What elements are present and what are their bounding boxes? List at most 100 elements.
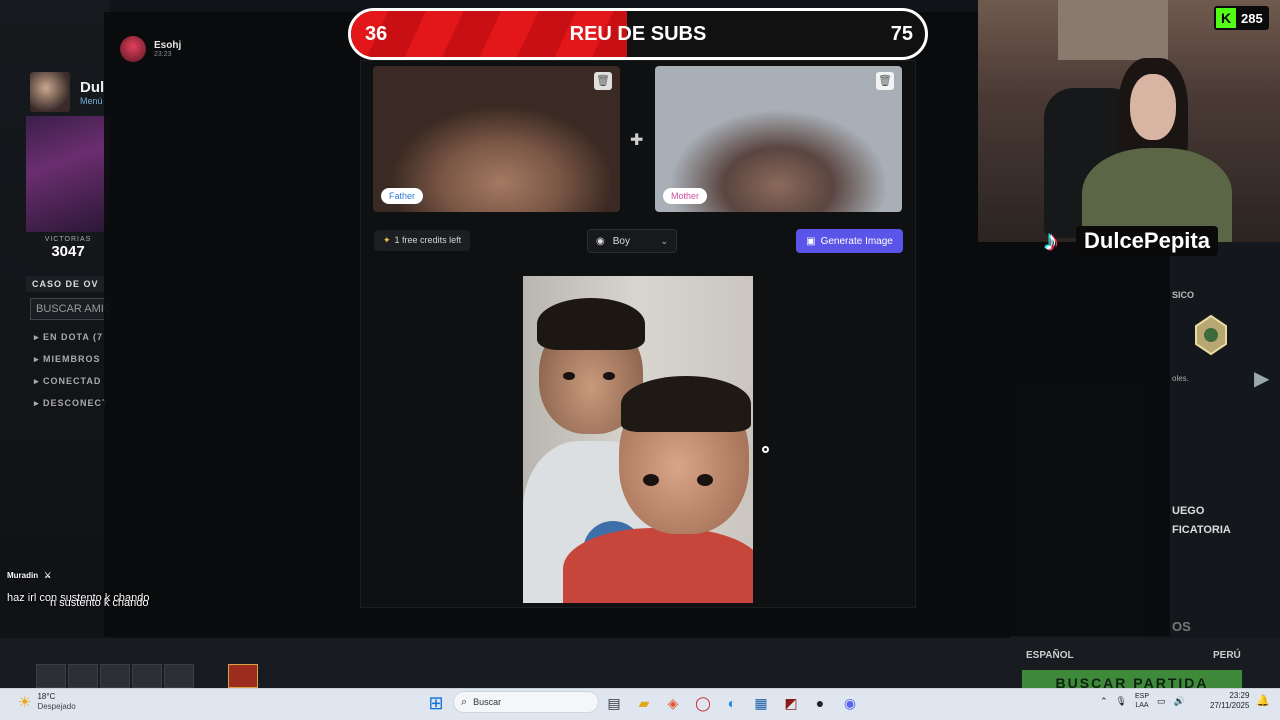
delete-father-icon[interactable]: 🗑 bbox=[594, 72, 612, 90]
hero-slot[interactable] bbox=[68, 664, 98, 688]
ranked-mode-label: SICO bbox=[1172, 290, 1195, 300]
webcam-feed bbox=[978, 0, 1280, 242]
file-explorer-icon[interactable]: ▰ bbox=[633, 692, 655, 714]
case-label[interactable]: CASO DE OV bbox=[26, 276, 110, 292]
dota-app-icon[interactable]: ◩ bbox=[780, 692, 802, 714]
friend-group-online[interactable]: ▸ CONECTAD bbox=[34, 376, 109, 387]
generated-image[interactable] bbox=[523, 276, 753, 603]
volume-icon[interactable]: 🔊 bbox=[1174, 696, 1185, 707]
sub-goal-title: REU DE SUBS bbox=[569, 23, 707, 45]
qualifier-label: FICATORIA bbox=[1172, 524, 1231, 536]
kick-viewer-badge: K 285 bbox=[1214, 6, 1269, 30]
hero-slot[interactable] bbox=[132, 664, 162, 688]
layout-code: LAA bbox=[1135, 702, 1149, 709]
obs-icon[interactable]: ● bbox=[809, 692, 831, 714]
brave-browser-icon[interactable]: ◈ bbox=[662, 692, 684, 714]
generate-image-button[interactable]: ▣ Generate Image bbox=[796, 229, 903, 253]
credits-badge: ✦ 1 free credits left bbox=[374, 230, 471, 251]
find-match-button[interactable]: BUSCAR PARTIDA bbox=[1022, 670, 1242, 690]
wins-value: 3047 bbox=[51, 243, 85, 260]
weather-temp: 18°C bbox=[37, 692, 56, 701]
player-profile[interactable]: Dul Menú bbox=[30, 72, 104, 112]
hero-slot[interactable] bbox=[36, 664, 66, 688]
weather-widget[interactable]: ☀ 18°C Despejado bbox=[18, 692, 76, 712]
selected-hero-slot[interactable] bbox=[228, 664, 258, 688]
friend-group-offline[interactable]: ▸ DESCONECT bbox=[34, 398, 109, 409]
language-label[interactable]: ESPAÑOL bbox=[1026, 650, 1074, 661]
network-icon[interactable]: ▭ bbox=[1157, 696, 1166, 707]
weather-sun-icon: ☀ bbox=[18, 694, 32, 711]
taskbar-search-placeholder: Buscar bbox=[473, 697, 502, 707]
chevron-down-icon: ⌄ bbox=[660, 235, 668, 246]
taskbar-search[interactable]: ⌕ Buscar bbox=[453, 691, 599, 713]
task-view-icon[interactable]: ▤ bbox=[603, 692, 625, 714]
kick-logo-icon: K bbox=[1216, 8, 1236, 28]
notification-bell-icon[interactable]: 🔔 bbox=[1256, 694, 1270, 707]
region-label[interactable]: PERÚ bbox=[1213, 650, 1241, 661]
eye bbox=[697, 474, 713, 486]
credits-text: 1 free credits left bbox=[394, 235, 462, 245]
mother-tag: Mother bbox=[663, 188, 708, 204]
younger-child-hair bbox=[621, 376, 751, 432]
clock-date: 27/11/2025 bbox=[1210, 701, 1250, 710]
wins-counter: VICTORIAS 3047 bbox=[26, 232, 110, 268]
father-photo[interactable]: 🗑 Father bbox=[373, 66, 620, 212]
chat-username: Muradin ⚔ bbox=[7, 571, 52, 580]
wins-label: VICTORIAS bbox=[44, 236, 92, 243]
father-tag: Father bbox=[381, 188, 424, 204]
rank-medal-icon bbox=[1195, 314, 1227, 356]
language-code: ESP bbox=[1134, 693, 1149, 700]
gender-value: Boy bbox=[612, 235, 630, 247]
friend-group-in-dota[interactable]: ▸ EN DOTA (7 bbox=[34, 332, 109, 343]
cursor bbox=[762, 446, 769, 453]
friend-groups: ▸ EN DOTA (7 ▸ MIEMBROS ▸ CONECTAD ▸ DES… bbox=[34, 332, 109, 420]
younger-child-shirt bbox=[563, 528, 753, 603]
rank-description: oles. bbox=[1172, 374, 1189, 383]
opera-icon[interactable]: ◯ bbox=[692, 692, 714, 714]
weather-desc: Despejado bbox=[37, 702, 76, 711]
tray-chevron-up-icon[interactable]: ⌃ bbox=[1100, 696, 1108, 707]
streamer-name: DulcePepita bbox=[1076, 226, 1218, 256]
tiktok-icon: ♪ bbox=[1044, 225, 1058, 256]
older-child-hair bbox=[537, 298, 645, 350]
partial-label: OS bbox=[1172, 619, 1191, 634]
hero-slot[interactable] bbox=[100, 664, 130, 688]
system-tray[interactable]: ⌃ 🎙 ESP LAA ▭ 🔊 bbox=[1100, 692, 1185, 710]
delete-mother-icon[interactable]: 🗑 bbox=[876, 72, 894, 90]
hero-slot[interactable] bbox=[164, 664, 194, 688]
chat-message-echo: n sustento k chando bbox=[50, 597, 149, 609]
background-window bbox=[1058, 0, 1168, 60]
chat-badge-icon: ⚔ bbox=[44, 571, 52, 580]
mother-photo[interactable]: 🗑 Mother bbox=[655, 66, 902, 212]
sub-goal-target: 75 bbox=[890, 23, 913, 45]
edge-icon[interactable]: ◐ bbox=[721, 692, 743, 714]
discord-time: 23:23 bbox=[154, 51, 172, 58]
microphone-icon[interactable]: 🎙 bbox=[1116, 696, 1127, 707]
eye bbox=[563, 372, 575, 380]
friend-search-input[interactable]: BUSCAR AMIG bbox=[30, 298, 110, 320]
eye bbox=[643, 474, 659, 486]
streamer-face bbox=[1130, 74, 1176, 140]
discord-stream-user: Esohj 23:23 bbox=[120, 36, 181, 62]
mode-label: UEGO bbox=[1172, 505, 1205, 517]
generate-image-label: Generate Image bbox=[820, 235, 893, 247]
plus-icon: ✚ bbox=[630, 132, 644, 149]
windows-start-icon[interactable]: ⊞ bbox=[425, 692, 447, 714]
taskbar-clock[interactable]: 23:29 27/11/2025 bbox=[1210, 691, 1249, 711]
image-icon: ▣ bbox=[806, 235, 816, 247]
player-menu[interactable]: Menú bbox=[80, 96, 104, 106]
discord-icon[interactable]: ◉ bbox=[839, 692, 861, 714]
viewer-count: 285 bbox=[1241, 10, 1263, 26]
avatar bbox=[120, 36, 146, 62]
keyboard-language[interactable]: ESP LAA bbox=[1135, 692, 1149, 710]
friend-group-members[interactable]: ▸ MIEMBROS bbox=[34, 354, 109, 365]
clock-time: 23:29 bbox=[1229, 691, 1250, 700]
hero-showcase-image bbox=[26, 116, 110, 232]
gender-icon: ◉ bbox=[596, 235, 605, 247]
sub-goal-bar: 36 REU DE SUBS 75 bbox=[348, 8, 928, 60]
streamer-nameplate: ♪ DulcePepita bbox=[1034, 222, 1218, 260]
next-arrow-icon[interactable]: ▶ bbox=[1254, 366, 1269, 391]
store-icon[interactable]: ▦ bbox=[750, 692, 772, 714]
search-icon: ⌕ bbox=[461, 695, 468, 708]
gender-select[interactable]: ◉ Boy ⌄ bbox=[587, 229, 677, 253]
